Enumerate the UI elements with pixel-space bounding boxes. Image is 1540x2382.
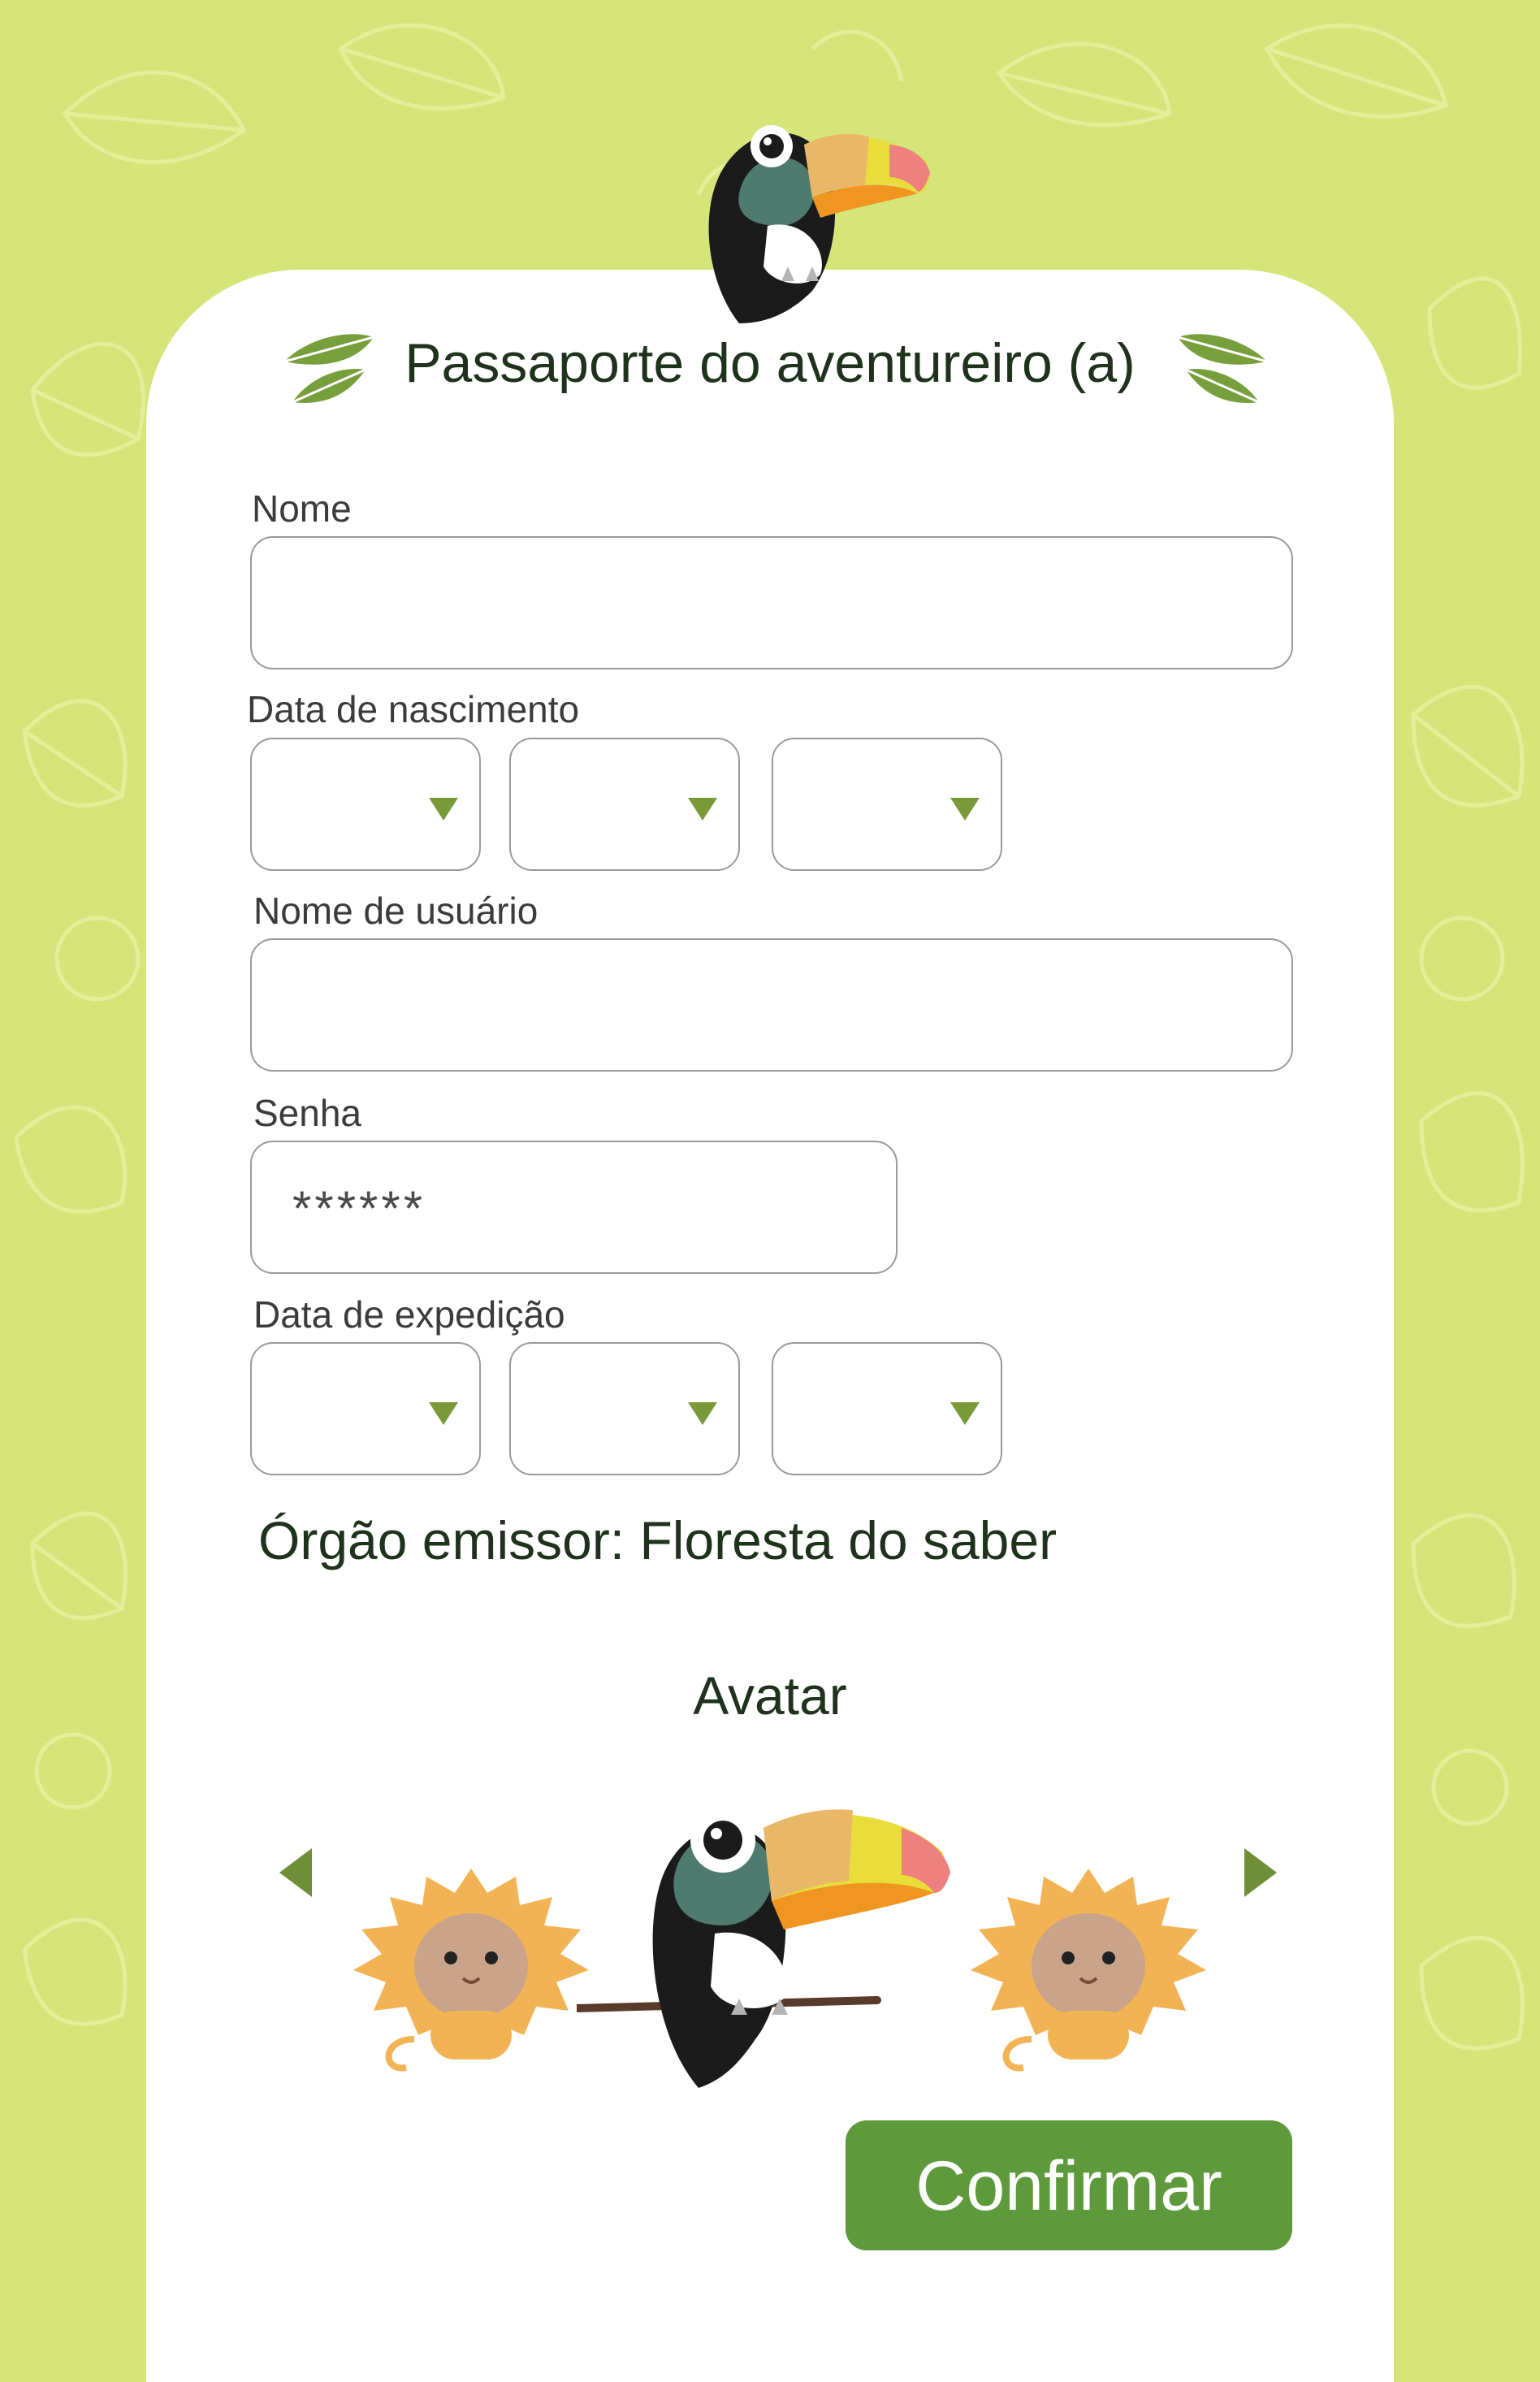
password-input[interactable]: ****** (250, 1141, 898, 1274)
chevron-down-icon (688, 798, 717, 821)
triangle-right-icon[interactable] (1244, 1848, 1277, 1897)
birth-date-label: Data de nascimento (247, 688, 580, 730)
avatar-title: Avatar (693, 1665, 847, 1726)
issuer-text: Órgão emissor: Floresta do saber (258, 1510, 1058, 1570)
monkey-icon[interactable] (958, 1860, 1218, 2072)
password-label: Senha (253, 1092, 362, 1134)
confirm-button[interactable]: Confirmar (846, 2120, 1292, 2250)
name-label: Nome (252, 487, 352, 530)
chevron-down-icon (950, 1402, 980, 1425)
name-input[interactable] (250, 536, 1293, 669)
page-title: Passaporte do aventureiro (a) (404, 332, 1136, 394)
birth-day-select[interactable] (250, 738, 481, 871)
birth-year-select[interactable] (772, 738, 1002, 871)
triangle-left-icon[interactable] (279, 1848, 312, 1897)
issue-year-select[interactable] (772, 1342, 1002, 1475)
issue-date-label: Data de expedição (253, 1293, 565, 1336)
username-input[interactable] (250, 938, 1293, 1072)
toucan-icon (708, 125, 930, 323)
chevron-down-icon (688, 1402, 717, 1425)
chevron-down-icon (429, 1402, 458, 1425)
birth-month-select[interactable] (509, 738, 740, 871)
monkey-icon[interactable] (341, 1860, 601, 2072)
chevron-down-icon (429, 798, 458, 821)
issue-month-select[interactable] (509, 1342, 740, 1475)
issue-day-select[interactable] (250, 1342, 481, 1475)
toucan-icon[interactable] (577, 1771, 1015, 2096)
username-label: Nome de usuário (253, 890, 539, 932)
chevron-down-icon (950, 798, 980, 821)
